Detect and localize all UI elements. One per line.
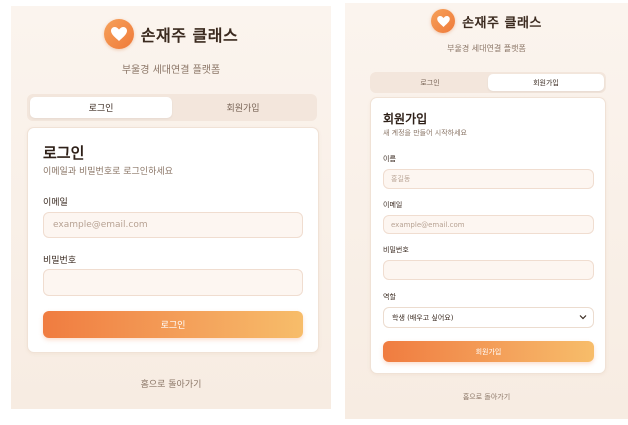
home-link[interactable]: 홈으로 돌아가기 [11, 377, 331, 390]
email-label: 이메일 [43, 198, 68, 208]
brand-tagline: 부울경 세대연결 플랫폼 [447, 44, 526, 53]
name-label: 이름 [383, 155, 396, 163]
role-select[interactable]: 학생 (배우고 싶어요) [383, 307, 594, 328]
login-card: 로그인 이메일과 비밀번호로 로그인하세요 이메일 비밀번호 로그인 [27, 127, 319, 353]
password-input[interactable] [43, 269, 303, 296]
email-input[interactable] [43, 212, 303, 238]
signup-panel: 손재주 클래스 부울경 세대연결 플랫폼 로그인 회원가입 회원가입 새 계정을… [345, 3, 628, 419]
email-label: 이메일 [383, 201, 403, 209]
password-input[interactable] [383, 260, 594, 280]
auth-tabs: 로그인 회원가입 [370, 72, 606, 93]
tab-login[interactable]: 로그인 [30, 97, 172, 118]
name-input[interactable] [383, 169, 594, 189]
brand-name: 손재주 클래스 [462, 15, 542, 31]
signup-description: 새 계정을 만들어 시작하세요 [383, 129, 467, 137]
heart-icon [103, 19, 134, 49]
brand-header: 손재주 클래스 [11, 19, 331, 49]
email-input[interactable] [383, 215, 594, 234]
signup-card: 회원가입 새 계정을 만들어 시작하세요 이름 이메일 비밀번호 역할 학생 (… [370, 97, 606, 374]
signup-button[interactable]: 회원가입 [383, 341, 594, 362]
auth-tabs: 로그인 회원가입 [27, 94, 317, 121]
role-label: 역할 [383, 293, 396, 301]
tab-signup[interactable]: 회원가입 [488, 74, 604, 91]
password-label: 비밀번호 [383, 246, 409, 254]
password-label: 비밀번호 [43, 256, 77, 266]
login-panel: 손재주 클래스 부울경 세대연결 플랫폼 로그인 회원가입 로그인 이메일과 비… [11, 6, 331, 409]
login-title: 로그인 [43, 144, 85, 162]
role-select-value: 학생 (배우고 싶어요) [392, 313, 454, 322]
login-button[interactable]: 로그인 [43, 311, 303, 338]
brand-tagline: 부울경 세대연결 플랫폼 [121, 65, 221, 76]
signup-title: 회원가입 [383, 112, 428, 126]
chevron-down-icon [579, 314, 587, 322]
home-link[interactable]: 홈으로 돌아가기 [345, 392, 628, 402]
brand-header: 손재주 클래스 [345, 9, 628, 33]
tab-signup[interactable]: 회원가입 [172, 97, 314, 118]
brand-name: 손재주 클래스 [140, 26, 239, 45]
heart-icon [431, 9, 456, 33]
login-description: 이메일과 비밀번호로 로그인하세요 [43, 167, 173, 177]
tab-login[interactable]: 로그인 [372, 74, 488, 91]
